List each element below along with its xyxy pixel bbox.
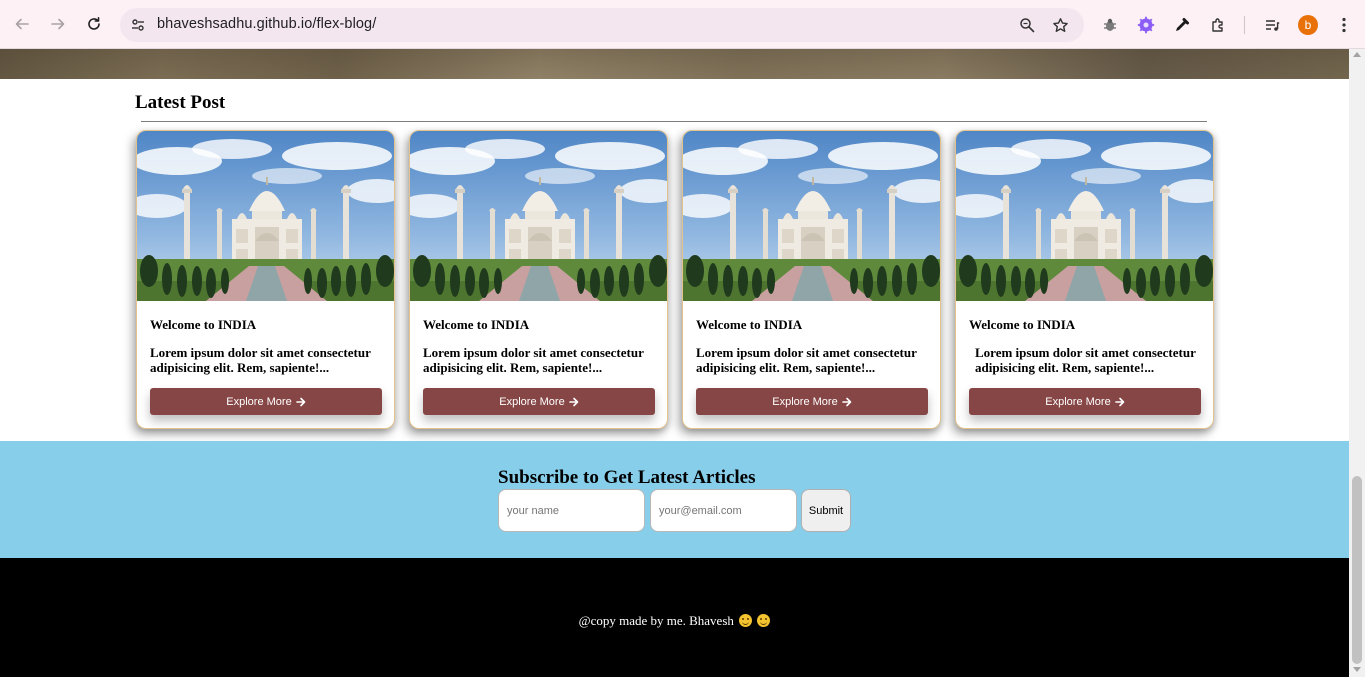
footer: @copy made by me. Bhavesh <box>0 558 1349 677</box>
post-card-2: Welcome to INDIA Lorem ipsum dolor sit a… <box>409 130 668 429</box>
button-label: Explore More <box>772 395 838 408</box>
more-menu-icon[interactable] <box>1333 14 1355 36</box>
address-bar[interactable]: bhaveshsadhu.github.io/flex-blog/ <box>120 8 1084 42</box>
section-divider <box>141 121 1207 122</box>
back-arrow-icon[interactable] <box>9 11 35 37</box>
reload-icon[interactable] <box>81 11 107 37</box>
gear-extension-icon[interactable] <box>1135 14 1157 36</box>
site-settings-icon[interactable] <box>128 15 148 35</box>
card-title: Welcome to INDIA <box>969 317 1076 332</box>
footer-copyright: @copy made by me. Bhavesh <box>0 613 1349 629</box>
bug-extension-icon[interactable] <box>1099 14 1121 36</box>
profile-avatar[interactable]: b <box>1298 15 1318 35</box>
button-label: Explore More <box>499 395 565 408</box>
card-title: Welcome to INDIA <box>696 317 803 332</box>
post-card-4: Welcome to INDIA Lorem ipsum dolor sit a… <box>955 130 1214 429</box>
hero-image-bottom <box>0 49 1349 79</box>
subscribe-section: Subscribe to Get Latest Articles Submit <box>0 441 1349 558</box>
arrow-right-icon <box>1114 397 1125 406</box>
footer-text: @copy made by me. Bhavesh <box>578 613 734 628</box>
smiley-emoji-icon <box>757 614 771 627</box>
arrow-right-icon <box>295 397 306 406</box>
scroll-up-arrow-icon[interactable] <box>1353 52 1361 57</box>
eyedropper-icon[interactable] <box>1171 14 1193 36</box>
name-input[interactable] <box>498 489 645 532</box>
card-excerpt: Lorem ipsum dolor sit amet consectetur a… <box>975 345 1196 375</box>
page-viewport: Latest Post Welcome to INDIA Lorem ipsum… <box>0 49 1349 677</box>
arrow-right-icon <box>568 397 579 406</box>
explore-more-button[interactable]: Explore More <box>150 388 382 415</box>
url-text[interactable]: bhaveshsadhu.github.io/flex-blog/ <box>157 16 376 32</box>
post-card-1: Welcome to INDIA Lorem ipsum dolor sit a… <box>136 130 395 429</box>
taj-mahal-image <box>410 131 668 301</box>
submit-button[interactable]: Submit <box>801 489 851 532</box>
scroll-down-arrow-icon[interactable] <box>1353 667 1361 672</box>
toolbar-separator <box>1244 16 1245 34</box>
button-label: Explore More <box>226 395 292 408</box>
explore-more-button[interactable]: Explore More <box>423 388 655 415</box>
arrow-right-icon <box>841 397 852 406</box>
card-excerpt: Lorem ipsum dolor sit amet consectetur a… <box>423 345 644 375</box>
bookmark-star-icon[interactable] <box>1050 15 1070 35</box>
taj-mahal-image <box>137 131 395 301</box>
card-title: Welcome to INDIA <box>150 317 257 332</box>
button-label: Explore More <box>1045 395 1111 408</box>
card-title: Welcome to INDIA <box>423 317 530 332</box>
card-excerpt: Lorem ipsum dolor sit amet consectetur a… <box>150 345 371 375</box>
smiley-emoji-icon <box>739 614 753 627</box>
taj-mahal-image <box>683 131 941 301</box>
taj-mahal-image <box>956 131 1214 301</box>
scrollbar-thumb[interactable] <box>1352 476 1362 664</box>
extensions-puzzle-icon[interactable] <box>1207 14 1229 36</box>
page-scrollbar[interactable] <box>1349 49 1365 677</box>
forward-arrow-icon[interactable] <box>45 11 71 37</box>
email-input[interactable] <box>650 489 797 532</box>
card-excerpt: Lorem ipsum dolor sit amet consectetur a… <box>696 345 917 375</box>
browser-toolbar: bhaveshsadhu.github.io/flex-blog/ b <box>0 0 1365 49</box>
explore-more-button[interactable]: Explore More <box>969 388 1201 415</box>
subscribe-heading: Subscribe to Get Latest Articles <box>498 467 756 488</box>
latest-post-heading: Latest Post <box>135 92 226 113</box>
post-card-3: Welcome to INDIA Lorem ipsum dolor sit a… <box>682 130 941 429</box>
explore-more-button[interactable]: Explore More <box>696 388 928 415</box>
zoom-icon[interactable] <box>1017 15 1037 35</box>
media-queue-icon[interactable] <box>1261 14 1283 36</box>
